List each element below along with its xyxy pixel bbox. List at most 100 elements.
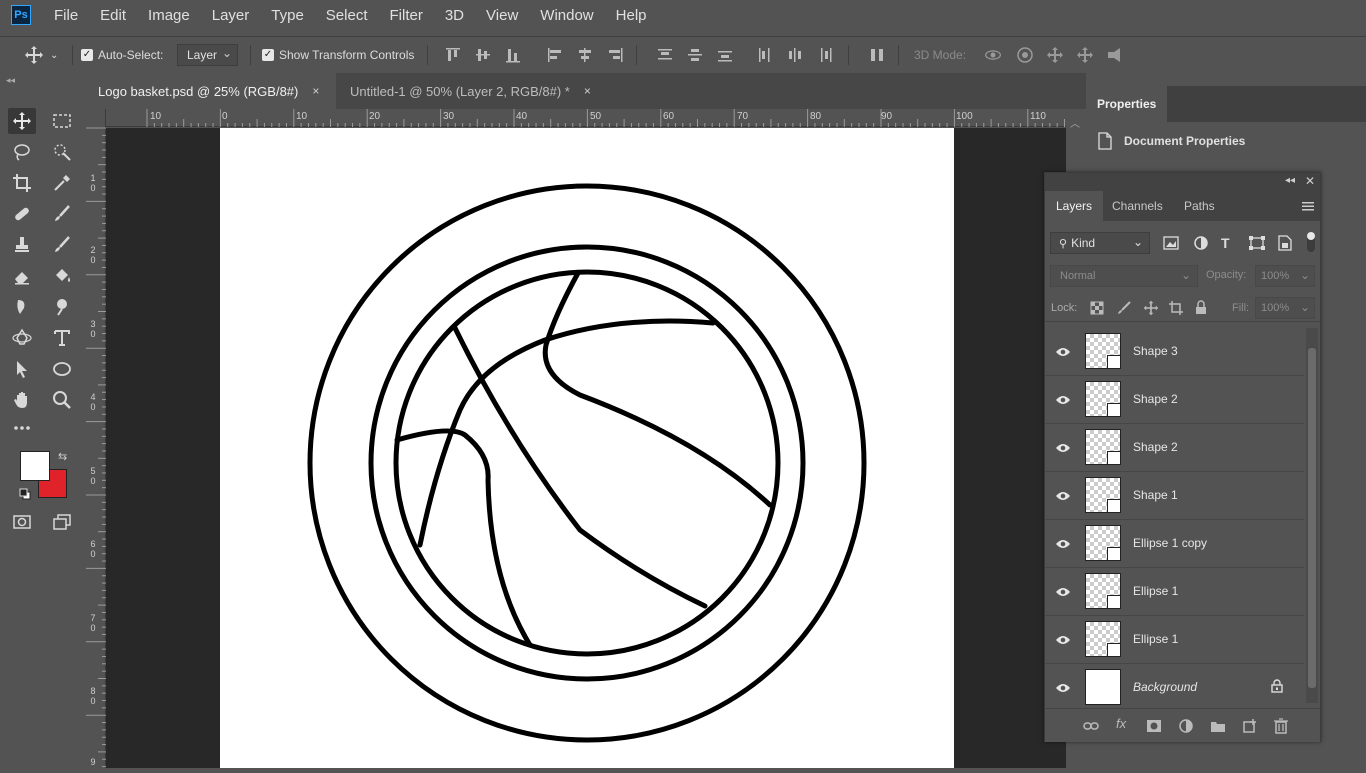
brush-tool-icon[interactable] xyxy=(48,201,76,227)
tab-paths[interactable]: Paths xyxy=(1173,191,1226,221)
distribute-vcenter-icon[interactable] xyxy=(686,46,704,64)
lock-pixels-icon[interactable] xyxy=(1117,301,1131,315)
lock-artboard-icon[interactable] xyxy=(1169,301,1183,315)
visibility-eye-icon[interactable] xyxy=(1055,441,1071,453)
lock-transparent-icon[interactable] xyxy=(1090,301,1104,315)
clone-stamp-tool-icon[interactable] xyxy=(8,232,36,258)
align-vcenter-icon[interactable] xyxy=(474,46,492,64)
lock-all-icon[interactable] xyxy=(1195,300,1207,315)
history-brush-tool-icon[interactable] xyxy=(48,232,76,258)
default-colors-icon[interactable] xyxy=(19,487,31,500)
3d-pan-icon[interactable] xyxy=(1046,46,1064,64)
link-layers-icon[interactable] xyxy=(1083,718,1099,734)
blend-mode-dropdown[interactable]: Normal ⌄ xyxy=(1050,265,1198,287)
tab-untitled-1[interactable]: Untitled-1 @ 50% (Layer 2, RGB/8#) * × xyxy=(338,73,608,109)
pen-tool-icon[interactable] xyxy=(8,325,36,351)
healing-brush-tool-icon[interactable] xyxy=(8,201,36,227)
menu-3d[interactable]: 3D xyxy=(434,7,475,24)
more-tools-icon[interactable] xyxy=(8,415,36,441)
new-layer-icon[interactable] xyxy=(1242,718,1258,734)
close-icon[interactable]: × xyxy=(312,84,319,98)
visibility-eye-icon[interactable] xyxy=(1055,585,1071,597)
fill-field[interactable]: 100% ⌄ xyxy=(1255,297,1315,319)
filter-pixel-icon[interactable] xyxy=(1163,236,1179,250)
layers-panel-titlebar[interactable]: ◂◂ ✕ xyxy=(1045,173,1320,191)
show-transform-checkbox[interactable]: ✓ xyxy=(262,49,274,61)
document-canvas[interactable] xyxy=(220,128,954,768)
filter-kind-dropdown[interactable]: ⚲ Kind ⌄ xyxy=(1050,232,1150,254)
layer-name[interactable]: Ellipse 1 copy xyxy=(1133,536,1207,550)
distribute-left-icon[interactable] xyxy=(756,46,774,64)
tab-channels[interactable]: Channels xyxy=(1101,191,1174,221)
filter-shape-icon[interactable] xyxy=(1249,236,1265,250)
zoom-tool-icon[interactable] xyxy=(48,387,76,413)
layer-row[interactable]: Ellipse 1 xyxy=(1045,568,1304,616)
chevron-down-icon[interactable]: ⌄ xyxy=(50,50,58,61)
tab-logo-basket[interactable]: Logo basket.psd @ 25% (RGB/8#) × xyxy=(86,73,336,109)
menu-type[interactable]: Type xyxy=(260,7,315,24)
crop-tool-icon[interactable] xyxy=(8,170,36,196)
layer-name[interactable]: Background xyxy=(1133,680,1197,694)
menu-file[interactable]: File xyxy=(43,7,89,24)
collapse-panel-icon[interactable]: ◂◂ xyxy=(1285,175,1295,186)
ellipse-tool-icon[interactable] xyxy=(48,356,76,382)
eraser-tool-icon[interactable] xyxy=(8,263,36,289)
layer-row[interactable]: Ellipse 1 xyxy=(1045,616,1304,664)
lock-icon[interactable] xyxy=(1271,679,1283,693)
align-right-icon[interactable] xyxy=(606,46,624,64)
3d-scale-icon[interactable] xyxy=(1106,46,1124,64)
hand-tool-icon[interactable] xyxy=(8,387,36,413)
distribute-right-icon[interactable] xyxy=(816,46,834,64)
auto-select-checkbox[interactable]: ✓ xyxy=(81,49,93,61)
visibility-eye-icon[interactable] xyxy=(1055,489,1071,501)
move-tool-preset-icon[interactable]: ⌄ xyxy=(24,37,58,73)
filter-smart-object-icon[interactable] xyxy=(1278,235,1292,251)
dodge-tool-icon[interactable] xyxy=(48,294,76,320)
layer-name[interactable]: Ellipse 1 xyxy=(1133,584,1178,598)
layer-row[interactable]: Shape 2 xyxy=(1045,376,1304,424)
layer-row[interactable]: Ellipse 1 copy xyxy=(1045,520,1304,568)
opacity-field[interactable]: 100% ⌄ xyxy=(1255,265,1315,287)
new-group-icon[interactable] xyxy=(1210,718,1226,734)
layer-row[interactable]: Shape 2 xyxy=(1045,424,1304,472)
tab-properties[interactable]: Properties xyxy=(1086,86,1168,122)
lock-position-icon[interactable] xyxy=(1143,300,1159,316)
quick-mask-icon[interactable] xyxy=(8,509,36,535)
menu-edit[interactable]: Edit xyxy=(89,7,137,24)
menu-window[interactable]: Window xyxy=(529,7,604,24)
layers-scrollbar[interactable] xyxy=(1306,328,1318,703)
lasso-tool-icon[interactable] xyxy=(8,139,36,165)
marquee-tool-icon[interactable] xyxy=(48,108,76,134)
align-hcenter-icon[interactable] xyxy=(576,46,594,64)
layer-name[interactable]: Shape 3 xyxy=(1133,344,1178,358)
fx-icon[interactable]: fx xyxy=(1116,716,1132,732)
adjustment-layer-icon[interactable] xyxy=(1178,718,1194,734)
align-bottom-icon[interactable] xyxy=(504,46,522,64)
quick-selection-tool-icon[interactable] xyxy=(48,139,76,165)
panel-menu-icon[interactable] xyxy=(1302,199,1314,211)
auto-select-dropdown[interactable]: Layer xyxy=(177,44,239,66)
close-panel-icon[interactable]: ✕ xyxy=(1305,174,1315,188)
filter-type-icon[interactable]: T xyxy=(1221,235,1230,251)
horizontal-ruler[interactable]: 10 0 10 20 30 40 50 60 70 80 90 100 110 xyxy=(106,109,1066,127)
layer-row[interactable]: Shape 3 xyxy=(1045,328,1304,376)
menu-view[interactable]: View xyxy=(475,7,529,24)
screen-mode-icon[interactable] xyxy=(48,509,76,535)
visibility-eye-icon[interactable] xyxy=(1055,633,1071,645)
layer-name[interactable]: Ellipse 1 xyxy=(1133,632,1178,646)
visibility-eye-icon[interactable] xyxy=(1055,345,1071,357)
distribute-top-icon[interactable] xyxy=(656,46,674,64)
layer-name[interactable]: Shape 2 xyxy=(1133,392,1178,406)
paint-bucket-tool-icon[interactable] xyxy=(48,263,76,289)
filter-adjustment-icon[interactable] xyxy=(1193,235,1209,251)
visibility-eye-icon[interactable] xyxy=(1055,537,1071,549)
menu-image[interactable]: Image xyxy=(137,7,201,24)
auto-align-icon[interactable] xyxy=(868,46,886,64)
path-selection-tool-icon[interactable] xyxy=(8,356,36,382)
type-tool-icon[interactable] xyxy=(48,325,76,351)
distribute-bottom-icon[interactable] xyxy=(716,46,734,64)
layer-name[interactable]: Shape 1 xyxy=(1133,488,1178,502)
3d-orbit-icon[interactable] xyxy=(984,46,1006,64)
layer-row[interactable]: Background xyxy=(1045,664,1304,712)
menu-help[interactable]: Help xyxy=(605,7,658,24)
